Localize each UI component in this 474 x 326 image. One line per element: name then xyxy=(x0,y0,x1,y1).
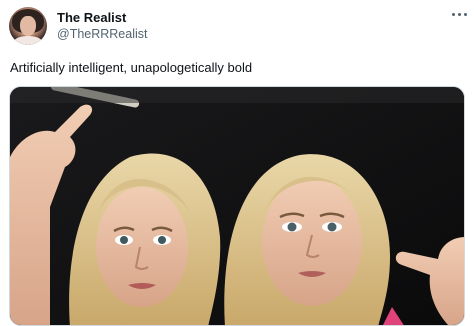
avatar-face xyxy=(20,16,36,36)
left-iris-r xyxy=(158,236,166,244)
media-illustration xyxy=(10,87,464,325)
left-iris-l xyxy=(120,236,128,244)
post-media-image[interactable] xyxy=(9,86,465,326)
right-iris-l xyxy=(287,222,297,232)
author-display-name[interactable]: The Realist xyxy=(57,10,126,25)
author-handle[interactable]: @TheRRRealist xyxy=(57,27,148,41)
right-face xyxy=(262,178,362,306)
more-dot xyxy=(451,12,455,16)
more-options-icon[interactable] xyxy=(448,6,470,22)
more-dot xyxy=(463,12,467,16)
right-iris-r xyxy=(327,222,337,232)
avatar[interactable] xyxy=(9,7,47,45)
post-card[interactable]: The Realist @TheRRRealist Artificially i… xyxy=(0,0,474,326)
avatar-shoulders xyxy=(13,36,43,45)
more-dot xyxy=(457,12,461,16)
ceiling-strip xyxy=(10,87,464,103)
post-text: Artificially intelligent, unapologetical… xyxy=(10,60,253,75)
